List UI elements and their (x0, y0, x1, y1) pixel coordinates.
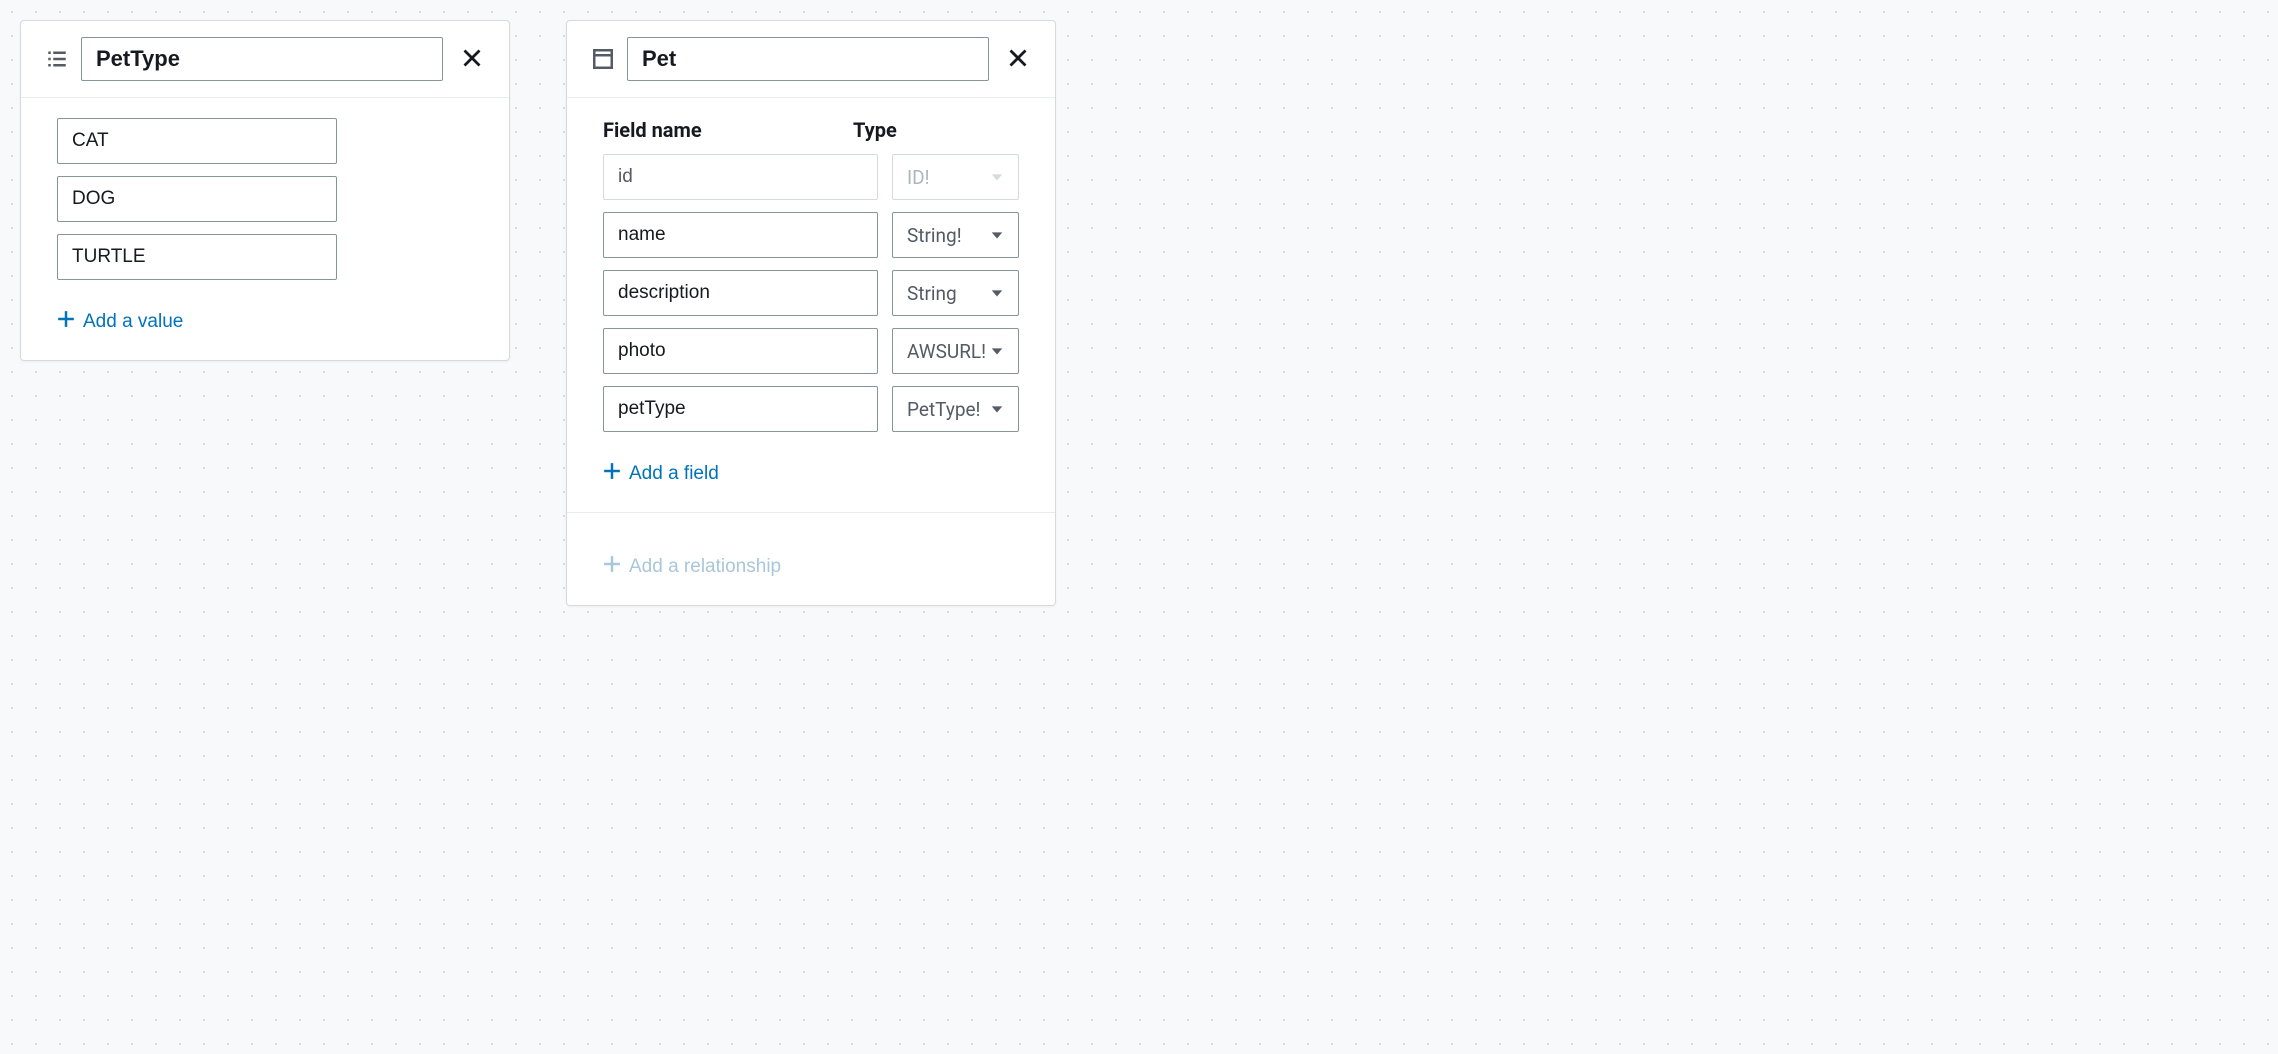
field-type-select[interactable]: PetType! (892, 386, 1019, 432)
field-row: ID! (603, 154, 1019, 200)
field-type-select[interactable]: String! (892, 212, 1019, 258)
chevron-down-icon (990, 224, 1004, 247)
chevron-down-icon (990, 166, 1004, 189)
field-name-input[interactable] (603, 212, 878, 258)
close-icon (462, 48, 482, 71)
column-header-type: Type (853, 118, 1019, 142)
enum-card-header (21, 21, 509, 98)
field-type-label: String (907, 282, 957, 305)
field-type-label: PetType! (907, 398, 980, 421)
model-card-header (567, 21, 1055, 98)
model-card-body: Field name Type ID! String! String AWSURL! P… (567, 98, 1055, 605)
chevron-down-icon (990, 398, 1004, 421)
add-value-label: Add a value (83, 311, 183, 333)
enum-value-input[interactable] (57, 118, 337, 164)
enum-values-list (57, 118, 473, 280)
enum-icon (47, 49, 67, 69)
model-icon (593, 49, 613, 69)
field-name-input (603, 154, 878, 200)
field-type-label: String! (907, 224, 962, 247)
fields-list: ID! String! String AWSURL! PetType! (603, 154, 1019, 432)
chevron-down-icon (990, 340, 1004, 363)
add-value-button[interactable]: Add a value (57, 306, 183, 338)
add-field-label: Add a field (629, 463, 719, 485)
field-type-select[interactable]: AWSURL! (892, 328, 1019, 374)
model-close-button[interactable] (1003, 44, 1033, 74)
field-type-label: ID! (907, 166, 930, 189)
column-header-fieldname: Field name (603, 118, 839, 142)
field-row: String! (603, 212, 1019, 258)
close-icon (1008, 48, 1028, 71)
enum-title-input[interactable] (81, 37, 443, 81)
field-type-label: AWSURL! (907, 340, 986, 363)
enum-card-body: Add a value (21, 98, 509, 360)
enum-close-button[interactable] (457, 44, 487, 74)
model-card: Field name Type ID! String! String AWSURL! P… (566, 20, 1056, 606)
enum-value-input[interactable] (57, 234, 337, 280)
chevron-down-icon (990, 282, 1004, 305)
enum-value-input[interactable] (57, 176, 337, 222)
plus-icon (603, 462, 621, 486)
model-title-input[interactable] (627, 37, 989, 81)
field-name-input[interactable] (603, 386, 878, 432)
field-name-input[interactable] (603, 328, 878, 374)
field-type-select[interactable]: String (892, 270, 1019, 316)
field-name-input[interactable] (603, 270, 878, 316)
fields-header: Field name Type (603, 118, 1019, 142)
field-type-select: ID! (892, 154, 1019, 200)
enum-card: Add a value (20, 20, 510, 361)
add-relationship-label: Add a relationship (629, 556, 781, 578)
add-relationship-button[interactable]: Add a relationship (603, 551, 781, 583)
field-row: PetType! (603, 386, 1019, 432)
field-row: String (603, 270, 1019, 316)
plus-icon (57, 310, 75, 334)
plus-icon (603, 555, 621, 579)
add-field-button[interactable]: Add a field (603, 458, 719, 490)
field-row: AWSURL! (603, 328, 1019, 374)
